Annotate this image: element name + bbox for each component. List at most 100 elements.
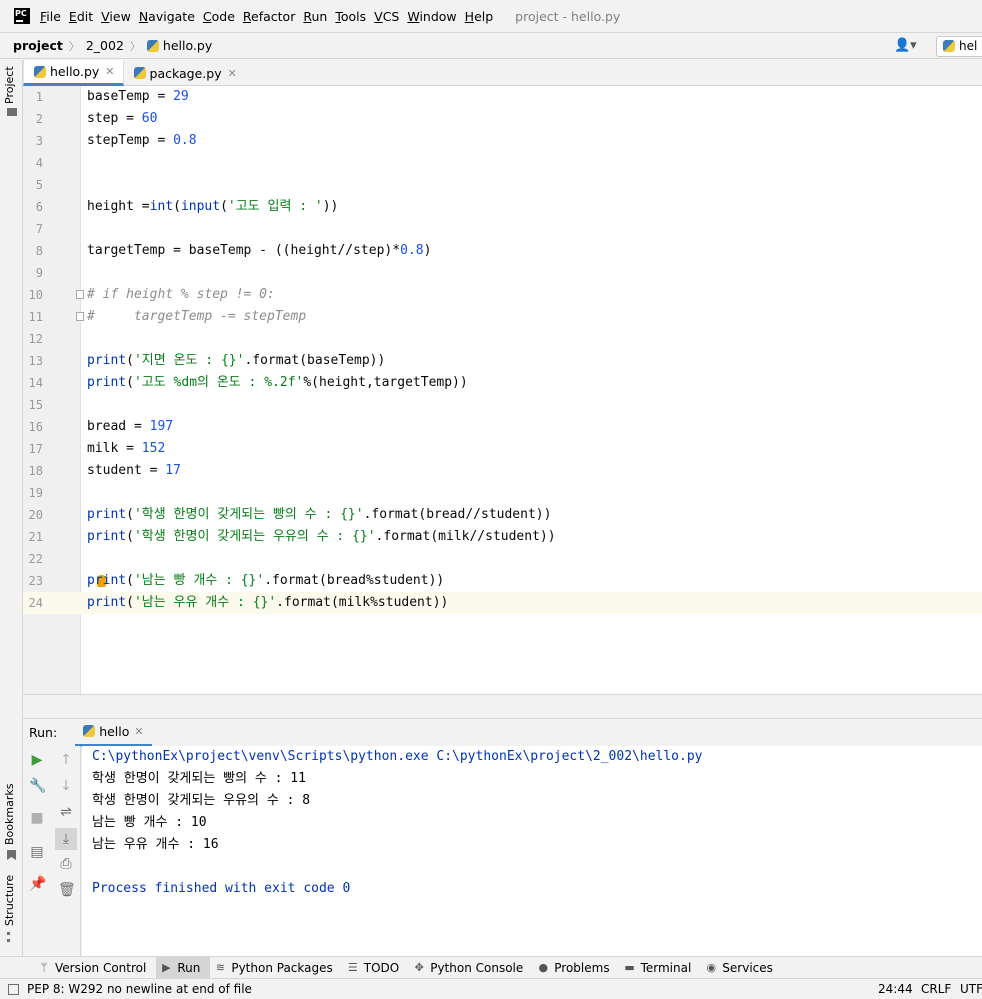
menu-edit[interactable]: Edit [69, 9, 93, 24]
breadcrumb-file[interactable]: hello.py [163, 38, 212, 53]
status-message[interactable]: PEP 8: W292 no newline at end of file [27, 982, 252, 996]
code-line[interactable]: 18 student = 17 [23, 460, 982, 482]
line-number[interactable]: 1 [23, 86, 43, 108]
code-line[interactable]: 5 [23, 174, 982, 196]
tool-tab-version-control[interactable]: ᛘ Version Control [34, 957, 156, 979]
line-number[interactable]: 22 [23, 548, 43, 570]
tool-tab-python-console[interactable]: ✥ Python Console [409, 957, 533, 979]
line-number[interactable]: 10 [23, 284, 43, 306]
line-number[interactable]: 3 [23, 130, 43, 152]
layout-icon[interactable]: ▤ [29, 844, 45, 860]
arrow-up-icon[interactable]: ↑ [58, 752, 74, 768]
close-icon[interactable]: ✕ [134, 725, 143, 738]
code-line[interactable]: 13 print('지면 온도 : {}'.format(baseTemp)) [23, 350, 982, 372]
code-line[interactable]: 14 print('고도 %dm의 온도 : %.2f'%(height,targ… [23, 372, 982, 394]
tool-tab-services[interactable]: ◉ Services [701, 957, 783, 979]
fold-marker-icon[interactable] [76, 312, 84, 321]
line-number[interactable]: 12 [23, 328, 43, 350]
close-icon[interactable]: ✕ [105, 65, 114, 78]
menu-file[interactable]: File [40, 9, 61, 24]
code-line[interactable]: 2 step = 60 [23, 108, 982, 130]
code-line[interactable]: 20 print('학생 한명이 갖게되는 빵의 수 : {}'.format(b… [23, 504, 982, 526]
code-line[interactable]: 4 [23, 152, 982, 174]
code-line[interactable]: 9 [23, 262, 982, 284]
line-number[interactable]: 21 [23, 526, 43, 548]
code-line[interactable]: 10 # if height % step != 0: [23, 284, 982, 306]
tab-package-py[interactable]: package.py ✕ [124, 60, 245, 86]
breadcrumb-folder[interactable]: 2_002 [86, 38, 124, 53]
wrench-icon[interactable]: 🔧 [29, 778, 46, 794]
menu-code[interactable]: Code [203, 9, 235, 24]
rerun-icon[interactable]: ▶ [29, 752, 45, 768]
code-line[interactable]: 21 print('학생 한명이 갖게되는 우유의 수 : {}'.format(… [23, 526, 982, 548]
tool-tab-run[interactable]: ▶ Run [156, 956, 211, 979]
line-number[interactable]: 4 [23, 152, 43, 174]
line-number[interactable]: 11 [23, 306, 43, 328]
structure-tool-tab[interactable]: Structure [3, 875, 16, 926]
line-number[interactable]: 20 [23, 504, 43, 526]
line-number[interactable]: 16 [23, 416, 43, 438]
code-line[interactable]: 12 [23, 328, 982, 350]
line-number[interactable]: 9 [23, 262, 43, 284]
run-configuration-select[interactable]: hel [936, 36, 982, 57]
scroll-to-end-icon[interactable]: ⤓ [55, 828, 77, 850]
line-number[interactable]: 7 [23, 218, 43, 240]
code-line[interactable]: 22 [23, 548, 982, 570]
trash-icon[interactable]: 🗑 [58, 882, 76, 898]
code-line[interactable]: 11 # targetTemp -= stepTemp [23, 306, 982, 328]
cursor-position[interactable]: 24:44 [878, 982, 913, 996]
line-number[interactable]: 23 [23, 570, 43, 592]
line-number[interactable]: 19 [23, 482, 43, 504]
code-editor[interactable]: 1 baseTemp = 29 2 step = 60 3 stepTemp = 0.8 4… [23, 86, 982, 694]
run-console[interactable]: C:\pythonEx\project\venv\Scripts\python.… [82, 746, 982, 956]
project-tool-tab[interactable]: Project [3, 66, 16, 104]
menu-tools[interactable]: Tools [335, 9, 366, 24]
stop-icon[interactable]: ■ [29, 810, 45, 826]
menu-refactor[interactable]: Refactor [243, 9, 295, 24]
code-line[interactable]: 19 [23, 482, 982, 504]
line-number[interactable]: 13 [23, 350, 43, 372]
menu-navigate[interactable]: Navigate [139, 9, 195, 24]
file-encoding[interactable]: UTF- [960, 982, 982, 996]
arrow-down-icon[interactable]: ↓ [58, 778, 74, 794]
menu-help[interactable]: Help [465, 9, 494, 24]
line-number[interactable]: 15 [23, 394, 43, 416]
menu-vcs[interactable]: VCS [374, 9, 399, 24]
close-icon[interactable]: ✕ [228, 67, 237, 80]
code-line[interactable]: 15 [23, 394, 982, 416]
code-line[interactable]: 7 [23, 218, 982, 240]
fold-marker-icon[interactable] [76, 290, 84, 299]
code-line[interactable]: 17 milk = 152 [23, 438, 982, 460]
user-icon[interactable]: 👤▾ [894, 38, 917, 53]
code-line[interactable]: 1 baseTemp = 29 [23, 86, 982, 108]
tab-hello-py[interactable]: hello.py ✕ [23, 60, 124, 86]
line-number[interactable]: 18 [23, 460, 43, 482]
code-line[interactable]: 8 targetTemp = baseTemp - ((height//step)… [23, 240, 982, 262]
code-line[interactable]: 16 bread = 197 [23, 416, 982, 438]
line-separator[interactable]: CRLF [921, 982, 951, 996]
pin-icon[interactable]: 📌 [29, 876, 46, 892]
line-number[interactable]: 8 [23, 240, 43, 262]
menu-window[interactable]: Window [407, 9, 456, 24]
line-number[interactable]: 6 [23, 196, 43, 218]
menu-view[interactable]: View [101, 9, 131, 24]
panel-splitter[interactable] [23, 694, 982, 718]
line-number[interactable]: 5 [23, 174, 43, 196]
code-line[interactable]: 23 print('남는 빵 개수 : {}'.format(bread%stud… [23, 570, 982, 592]
tool-tab-python-packages[interactable]: ≋ Python Packages [210, 957, 342, 979]
code-line[interactable]: 24 print('남는 우유 개수 : {}'.format(milk%stud… [23, 592, 982, 614]
tool-tab-todo[interactable]: ☰ TODO [343, 957, 409, 979]
run-tab-hello[interactable]: hello ✕ [75, 719, 152, 747]
tool-tab-problems[interactable]: ● Problems [533, 957, 619, 979]
bookmarks-tool-tab[interactable]: Bookmarks [3, 784, 16, 845]
line-number[interactable]: 24 [23, 592, 43, 614]
line-number[interactable]: 17 [23, 438, 43, 460]
print-icon[interactable]: ⎙ [58, 856, 74, 872]
toggle-tool-windows-icon[interactable] [8, 983, 19, 995]
line-number[interactable]: 14 [23, 372, 43, 394]
soft-wrap-icon[interactable]: ⇌ [58, 804, 74, 820]
menu-run[interactable]: Run [303, 9, 327, 24]
code-line[interactable]: 6 height =int(input('고도 입력 : ')) [23, 196, 982, 218]
line-number[interactable]: 2 [23, 108, 43, 130]
tool-tab-terminal[interactable]: ▬ Terminal [620, 957, 702, 979]
